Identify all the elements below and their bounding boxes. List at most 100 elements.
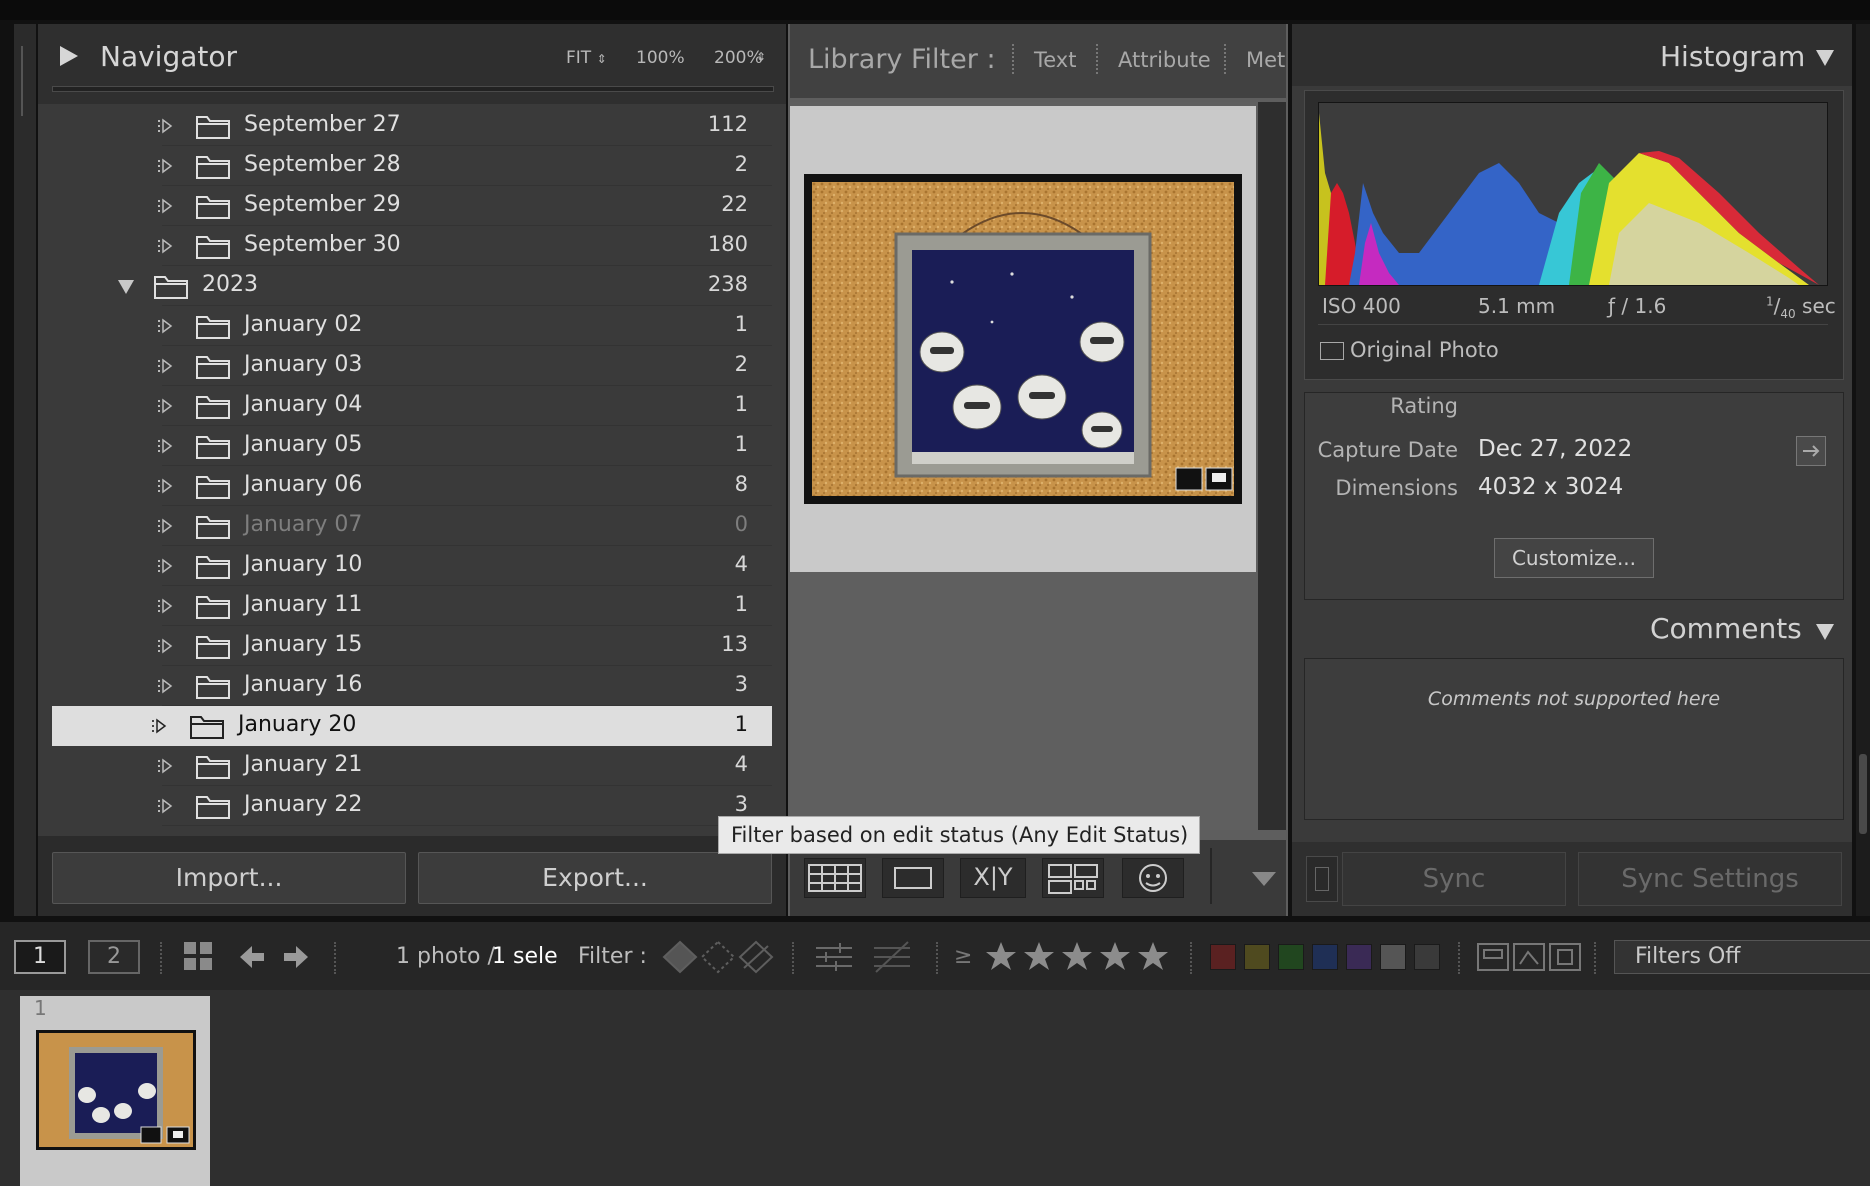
folder-row[interactable]: January 05 1 (52, 426, 772, 466)
folder-expand-icon (158, 558, 173, 574)
folder-name: September 30 (244, 232, 401, 257)
export-button[interactable]: Export... (418, 852, 772, 904)
folder-expand-icon (158, 518, 173, 534)
expand-triangle-icon[interactable] (60, 46, 78, 66)
histogram-graph[interactable] (1318, 102, 1828, 286)
folder-row[interactable]: January 04 1 (52, 386, 772, 426)
green-label-filter[interactable] (1278, 944, 1304, 970)
filters-off-dropdown[interactable]: Filters Off (1614, 940, 1870, 974)
toolbar-menu-chevron-icon[interactable] (1252, 872, 1276, 886)
red-label-filter[interactable] (1210, 944, 1236, 970)
no-label-filter[interactable] (1414, 944, 1440, 970)
compare-view-button[interactable]: X|Y (960, 858, 1026, 898)
folder-row[interactable]: January 21 4 (52, 746, 772, 786)
folder-expand-toggle[interactable] (156, 558, 174, 574)
folder-row[interactable]: January 16 3 (52, 666, 772, 706)
library-filter-title: Library Filter : (808, 44, 996, 75)
filter-attribute-tab[interactable]: Attribute (1118, 48, 1211, 72)
folder-expand-toggle[interactable] (156, 318, 174, 334)
original-photo-checkbox[interactable] (1320, 342, 1344, 360)
purple-label-filter[interactable] (1346, 944, 1372, 970)
capture-date-label: Capture Date (1317, 438, 1458, 462)
collapse-triangle-icon[interactable] (1816, 50, 1834, 66)
customize-button[interactable]: Customize... (1494, 538, 1654, 578)
folder-row[interactable]: January 22 3 (52, 786, 772, 826)
folder-expand-toggle[interactable] (156, 438, 174, 454)
grid-scrollbar[interactable] (1258, 102, 1286, 830)
top-strip (0, 0, 1870, 20)
folder-expand-toggle[interactable] (156, 638, 174, 654)
folder-expand-toggle[interactable] (156, 598, 174, 614)
folder-expand-toggle[interactable] (156, 518, 174, 534)
folder-name: January 20 (238, 712, 357, 737)
zoom-fit-option[interactable]: FIT ⇕ (566, 48, 607, 68)
unedited-filter-icon[interactable] (872, 938, 912, 976)
folder-expand-toggle[interactable] (156, 358, 174, 374)
left-panel-collapse-edge[interactable] (14, 24, 36, 916)
survey-view-button[interactable] (1042, 858, 1104, 898)
import-button[interactable]: Import... (52, 852, 406, 904)
right-panel-scroll-edge[interactable] (1856, 24, 1870, 916)
rating-gte-symbol[interactable]: ≥ (954, 944, 972, 969)
folder-expand-toggle[interactable] (156, 158, 174, 174)
folder-expand-toggle[interactable] (156, 798, 174, 814)
custom-label-filter[interactable] (1380, 944, 1406, 970)
folder-name: January 02 (244, 312, 363, 337)
loupe-view-button[interactable] (882, 858, 944, 898)
folder-expand-toggle[interactable] (150, 718, 168, 734)
folder-expand-toggle[interactable] (156, 198, 174, 214)
back-arrow-icon[interactable] (236, 942, 266, 972)
folder-row[interactable]: September 30 180 (52, 226, 772, 266)
raccoon-tile-image (812, 182, 1234, 496)
folder-name: January 16 (244, 672, 363, 697)
edit-status-filter-icon[interactable] (814, 938, 854, 976)
disclosure-triangle-icon[interactable] (118, 280, 134, 294)
filmstrip-thumbnail[interactable] (36, 1030, 196, 1150)
folder-expand-toggle[interactable] (156, 398, 174, 414)
folder-expand-toggle[interactable] (156, 678, 174, 694)
folder-icon (196, 476, 230, 499)
folder-expand-toggle[interactable] (156, 758, 174, 774)
folder-expand-toggle[interactable] (156, 118, 174, 134)
folder-row[interactable]: January 15 13 (52, 626, 772, 666)
flag-filter-icons[interactable] (662, 938, 774, 976)
grid-view-icon[interactable] (182, 940, 214, 972)
folder-row[interactable]: September 28 2 (52, 146, 772, 186)
blue-label-filter[interactable] (1312, 944, 1338, 970)
window-2-button[interactable]: 2 (88, 940, 140, 974)
folder-row[interactable]: January 20 1 (52, 706, 772, 746)
collapse-triangle-icon[interactable] (1816, 624, 1834, 640)
folder-row[interactable]: 2023 238 (52, 266, 772, 306)
folder-expand-toggle[interactable] (156, 478, 174, 494)
folder-expand-toggle[interactable] (156, 238, 174, 254)
filter-text-tab[interactable]: Text (1034, 48, 1076, 72)
folder-name: September 27 (244, 112, 401, 137)
folder-icon (196, 116, 230, 139)
grid-view-button[interactable] (804, 858, 866, 898)
navigator-preview (52, 86, 774, 92)
folder-row[interactable]: January 11 1 (52, 586, 772, 626)
go-to-date-button[interactable] (1796, 436, 1826, 466)
folder-row[interactable]: September 29 22 (52, 186, 772, 226)
folder-row[interactable]: January 06 8 (52, 466, 772, 506)
folder-name: January 03 (244, 352, 363, 377)
zoom-more-icon[interactable]: ⇕ (756, 50, 766, 64)
folder-row[interactable]: September 27 112 (52, 106, 772, 146)
star-rating-filter[interactable] (984, 938, 1174, 976)
sync-settings-button[interactable]: Sync Settings (1578, 852, 1842, 906)
folder-row[interactable]: January 10 4 (52, 546, 772, 586)
filter-metadata-tab[interactable]: Met (1246, 48, 1286, 72)
exif-focal-length: 5.1 mm (1478, 294, 1556, 318)
folder-row[interactable]: January 02 1 (52, 306, 772, 346)
forward-arrow-icon[interactable] (282, 942, 312, 972)
sync-button[interactable]: Sync (1342, 852, 1566, 906)
folder-row[interactable]: January 07 0 (52, 506, 772, 546)
zoom-100-option[interactable]: 100% (636, 48, 685, 68)
photo-thumbnail[interactable] (804, 174, 1242, 504)
auto-sync-switch[interactable] (1306, 856, 1338, 902)
people-view-button[interactable] (1122, 858, 1184, 898)
window-1-button[interactable]: 1 (14, 940, 66, 974)
yellow-label-filter[interactable] (1244, 944, 1270, 970)
kind-filter-icons[interactable] (1476, 940, 1582, 974)
folder-row[interactable]: January 03 2 (52, 346, 772, 386)
